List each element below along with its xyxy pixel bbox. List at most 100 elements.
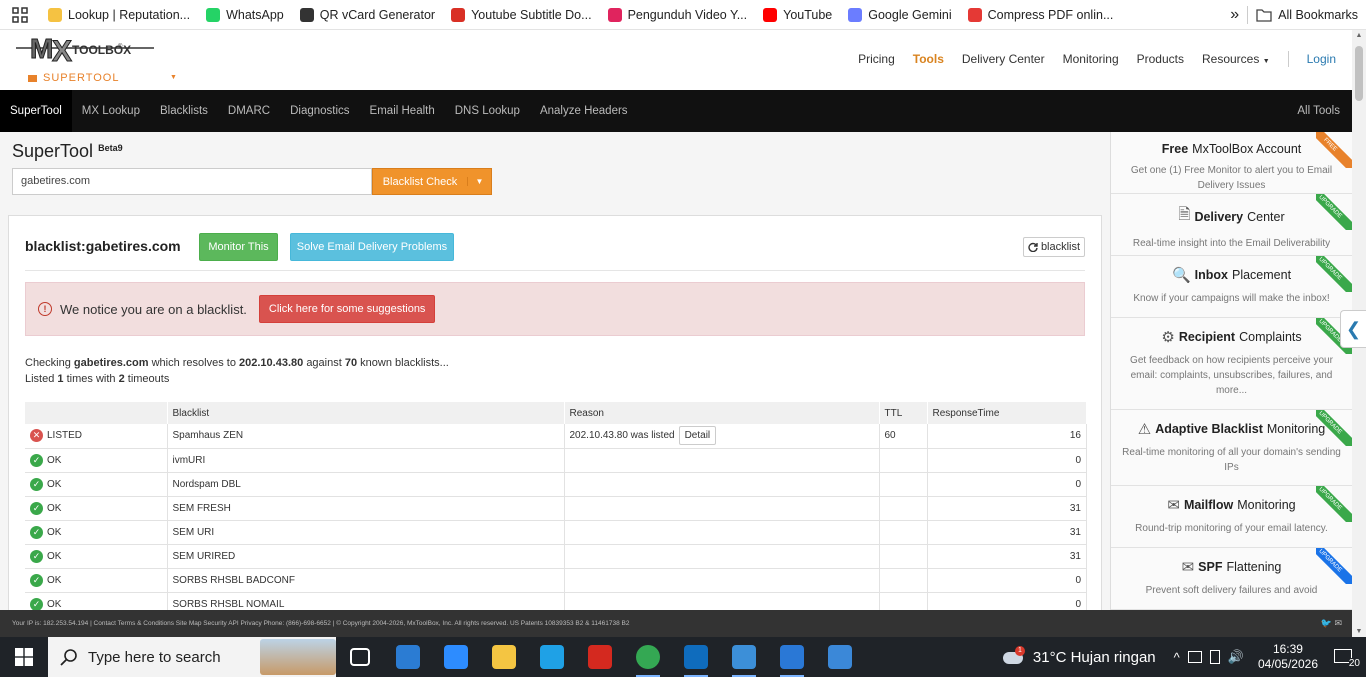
- chrome-icon[interactable]: [624, 637, 672, 677]
- windows-start-icon[interactable]: [0, 637, 48, 677]
- upsell-desc: Know if your campaigns will make the inb…: [1133, 293, 1330, 304]
- upsell-sidebar: Free MxToolBox Account Get one (1) Free Mo…: [1110, 132, 1352, 610]
- dropdown-caret-icon[interactable]: ▼: [467, 177, 491, 186]
- battery-icon[interactable]: [1209, 650, 1220, 664]
- tool-tab-blacklists[interactable]: Blacklists: [150, 90, 218, 132]
- status-text: OK: [47, 574, 62, 586]
- app-icon[interactable]: [768, 637, 816, 677]
- network-icon[interactable]: [1187, 651, 1202, 663]
- ribbon-label: UPGRADE: [1316, 194, 1352, 230]
- pdf-icon[interactable]: [576, 637, 624, 677]
- remote-desktop-icon[interactable]: [720, 637, 768, 677]
- scroll-thumb[interactable]: [1355, 46, 1363, 101]
- social-icons[interactable]: 🐦 ✉: [1321, 618, 1342, 629]
- nav-resources[interactable]: Resources ▼: [1202, 52, 1270, 67]
- monitor-this-button[interactable]: Monitor This: [199, 233, 278, 261]
- brand-caret-icon[interactable]: ▼: [170, 74, 177, 81]
- detail-button[interactable]: Detail: [678, 426, 717, 446]
- upsell-box[interactable]: ⚙ Recipient Complaints Get feedback on how …: [1111, 318, 1352, 410]
- volume-icon[interactable]: 🔊: [1228, 649, 1244, 665]
- upsell-title-bold: Recipient: [1178, 330, 1236, 344]
- timeouts-text: timeouts: [127, 373, 170, 385]
- task-view-icon[interactable]: [336, 637, 384, 677]
- blacklist-check-button[interactable]: Blacklist Check ▼: [372, 168, 492, 195]
- upsell-ribbon: UPGRADE: [1316, 410, 1352, 446]
- nav-products[interactable]: Products: [1137, 52, 1184, 67]
- edge-icon[interactable]: [528, 637, 576, 677]
- weather-text[interactable]: 31°C Hujan ringan: [1033, 649, 1156, 666]
- bookmark-item[interactable]: Lookup | Reputation...: [40, 0, 198, 29]
- site-footer: Your IP is: 182.253.54.194 | Contact Ter…: [0, 610, 1352, 637]
- refresh-blacklist-button[interactable]: blacklist: [1023, 237, 1085, 257]
- upsell-box[interactable]: 🔍 Inbox Placement Know if your campaigns wi…: [1111, 256, 1352, 318]
- nav-monitoring[interactable]: Monitoring: [1063, 52, 1119, 67]
- reason-cell: [564, 592, 880, 610]
- upsell-box[interactable]: ✉ Mailflow Monitoring Round-trip monitoring…: [1111, 486, 1352, 548]
- blacklist-cell: Nordspam DBL: [167, 472, 565, 497]
- file-explorer-icon[interactable]: [480, 637, 528, 677]
- bookmark-item[interactable]: WhatsApp: [198, 0, 292, 29]
- bookmark-item[interactable]: YouTube: [755, 0, 840, 29]
- top-nav: Pricing Tools Delivery Center Monitoring…: [858, 51, 1336, 67]
- blacklist-cell: SORBS RHSBL BADCONF: [167, 568, 565, 593]
- clock[interactable]: 16:39 04/05/2026: [1258, 642, 1318, 672]
- nav-pricing[interactable]: Pricing: [858, 52, 895, 67]
- taskbar-search[interactable]: Type here to search: [48, 637, 336, 677]
- tool-tab-mx-lookup[interactable]: MX Lookup: [72, 90, 150, 132]
- clock-time: 16:39: [1272, 642, 1303, 656]
- apps-grid-icon[interactable]: [0, 6, 40, 23]
- tray-chevron-icon[interactable]: ^: [1174, 650, 1180, 665]
- all-tools-link[interactable]: All Tools: [1297, 90, 1340, 132]
- bookmarks-more-button[interactable]: »: [1222, 0, 1247, 29]
- ttl-cell: [879, 520, 928, 545]
- bookmark-item[interactable]: Google Gemini: [840, 0, 959, 29]
- suggestions-button[interactable]: Click here for some suggestions: [258, 295, 436, 323]
- supertool-search-input[interactable]: gabetires.com: [12, 168, 372, 195]
- tool-tab-supertool[interactable]: SuperTool: [0, 90, 72, 132]
- tool-tab-email-health[interactable]: Email Health: [360, 90, 445, 132]
- col-ttl[interactable]: TTL: [879, 402, 928, 424]
- blacklist-cell: ivmURI: [167, 448, 565, 473]
- bookmark-item[interactable]: Pengunduh Video Y...: [600, 0, 756, 29]
- zoom-icon[interactable]: [432, 637, 480, 677]
- tool-tab-analyze-headers[interactable]: Analyze Headers: [530, 90, 638, 132]
- table-row: ✕ LISTED Spamhaus ZEN 202.10.43.80 was list…: [25, 424, 1087, 449]
- scroll-down-icon[interactable]: ▼: [1352, 628, 1366, 635]
- upsell-box[interactable]: Free MxToolBox Account Get one (1) Free Mo…: [1111, 132, 1352, 194]
- tool-tab-dmarc[interactable]: DMARC: [218, 90, 280, 132]
- table-row: ✓ OK Nordspam DBL 0: [25, 472, 1087, 497]
- outlook-icon[interactable]: [672, 637, 720, 677]
- collapse-sidebar-chevron-icon[interactable]: ❮: [1340, 310, 1366, 348]
- upsell-box[interactable]: ⚠ Adaptive Blacklist Monitoring Real-time m…: [1111, 410, 1352, 486]
- scroll-up-icon[interactable]: ▲: [1352, 32, 1366, 39]
- col-reason[interactable]: Reason: [564, 402, 880, 424]
- ttl-cell: [879, 592, 928, 610]
- windows-taskbar: Type here to search 1 31°C Hujan ringan …: [0, 637, 1366, 677]
- nav-login[interactable]: Login: [1307, 52, 1336, 67]
- table-row: ✓ OK SEM FRESH 31: [25, 496, 1087, 521]
- ok-check-icon: ✓: [30, 477, 43, 491]
- upsell-box[interactable]: 🗎 Delivery Center Real-time insight into th…: [1111, 194, 1352, 256]
- weather-icon[interactable]: 1: [1001, 646, 1025, 666]
- nav-delivery-center[interactable]: Delivery Center: [962, 52, 1045, 67]
- bookmarks-bar: Lookup | Reputation... WhatsApp QR vCard G…: [0, 0, 1366, 30]
- bookmark-item[interactable]: QR vCard Generator: [292, 0, 443, 29]
- all-bookmarks-button[interactable]: All Bookmarks: [1248, 0, 1366, 29]
- bookmark-item[interactable]: Compress PDF onlin...: [960, 0, 1122, 29]
- blacklist-table: Blacklist Reason TTL ResponseTime ✕ LISTE…: [25, 402, 1087, 610]
- solve-email-problems-button[interactable]: Solve Email Delivery Problems: [290, 233, 454, 261]
- bookmark-item[interactable]: Youtube Subtitle Do...: [443, 0, 599, 29]
- notification-icon[interactable]: 20: [1332, 647, 1360, 669]
- nav-tools[interactable]: Tools: [913, 52, 944, 67]
- mxtoolbox-logo[interactable]: M X TOOLBOX ® SUPERTOOL ▼: [16, 33, 177, 86]
- col-response-time[interactable]: ResponseTime: [927, 402, 1087, 424]
- result-title: blacklist:gabetires.com: [25, 238, 181, 254]
- col-blacklist[interactable]: Blacklist: [167, 402, 565, 424]
- tool-tab-dns-lookup[interactable]: DNS Lookup: [445, 90, 530, 132]
- bookmark-label: Compress PDF onlin...: [987, 7, 1114, 22]
- tool-tab-diagnostics[interactable]: Diagnostics: [280, 90, 359, 132]
- upsell-box[interactable]: ✉ SPF Flattening Prevent soft delivery fail…: [1111, 548, 1352, 610]
- photos-icon[interactable]: [816, 637, 864, 677]
- reason-text: 202.10.43.80 was listed: [569, 430, 675, 442]
- store-icon[interactable]: [384, 637, 432, 677]
